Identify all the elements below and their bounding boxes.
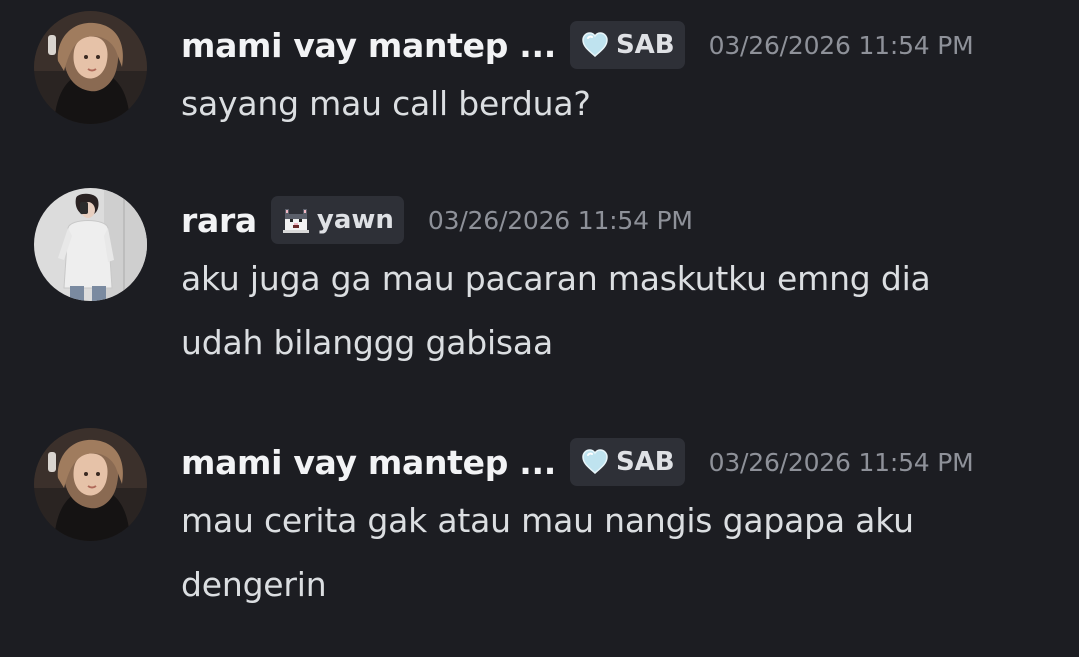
timestamp[interactable]: 03/26/2026 11:54 PM [709,448,974,477]
message-item: mami vay mantep ... SAB 03/26/2026 11:54… [0,0,1079,150]
server-tag[interactable]: SAB [569,438,685,486]
message-content: sayang mau call berdua? [181,72,1061,136]
message-line: sayang mau call berdua? [181,84,591,123]
avatar[interactable] [34,188,147,301]
message-line: udah bilanggg gabisaa [181,323,553,362]
pale-blue-heart-icon [580,30,610,60]
avatar[interactable] [34,11,147,124]
avatar-image [34,11,147,124]
message-header: mami vay mantep ... SAB 03/26/2026 11:54… [181,20,974,70]
tag-label: SAB [615,30,675,60]
tag-label: SAB [615,447,675,477]
message-header: mami vay mantep ... SAB 03/26/2026 11:54… [181,437,974,487]
tag-label: yawn [316,205,394,235]
message-content: aku juga ga mau pacaran maskutku emng di… [181,247,1061,375]
message-line: aku juga ga mau pacaran maskutku emng di… [181,259,931,298]
timestamp[interactable]: 03/26/2026 11:54 PM [709,31,974,60]
message-line: mau cerita gak atau mau nangis gapapa ak… [181,501,914,540]
avatar-image [34,428,147,541]
avatar-image [34,188,147,301]
username[interactable]: mami vay mantep ... [181,26,556,65]
message-item: mami vay mantep ... SAB 03/26/2026 11:54… [0,417,1079,637]
pale-blue-heart-icon [580,447,610,477]
server-tag[interactable]: SAB [569,21,685,69]
username[interactable]: mami vay mantep ... [181,443,556,482]
pixel-cat-icon [281,205,311,235]
avatar[interactable] [34,428,147,541]
message-header: rara yawn 03/26/2026 11:54 PM [181,195,693,245]
message-content: mau cerita gak atau mau nangis gapapa ak… [181,489,1061,617]
message-line: dengerin [181,565,327,604]
username[interactable]: rara [181,201,257,240]
timestamp[interactable]: 03/26/2026 11:54 PM [428,206,693,235]
server-tag[interactable]: yawn [270,196,404,244]
message-item: rara yawn 03/26/2026 11:54 PM aku juga g… [0,175,1079,375]
